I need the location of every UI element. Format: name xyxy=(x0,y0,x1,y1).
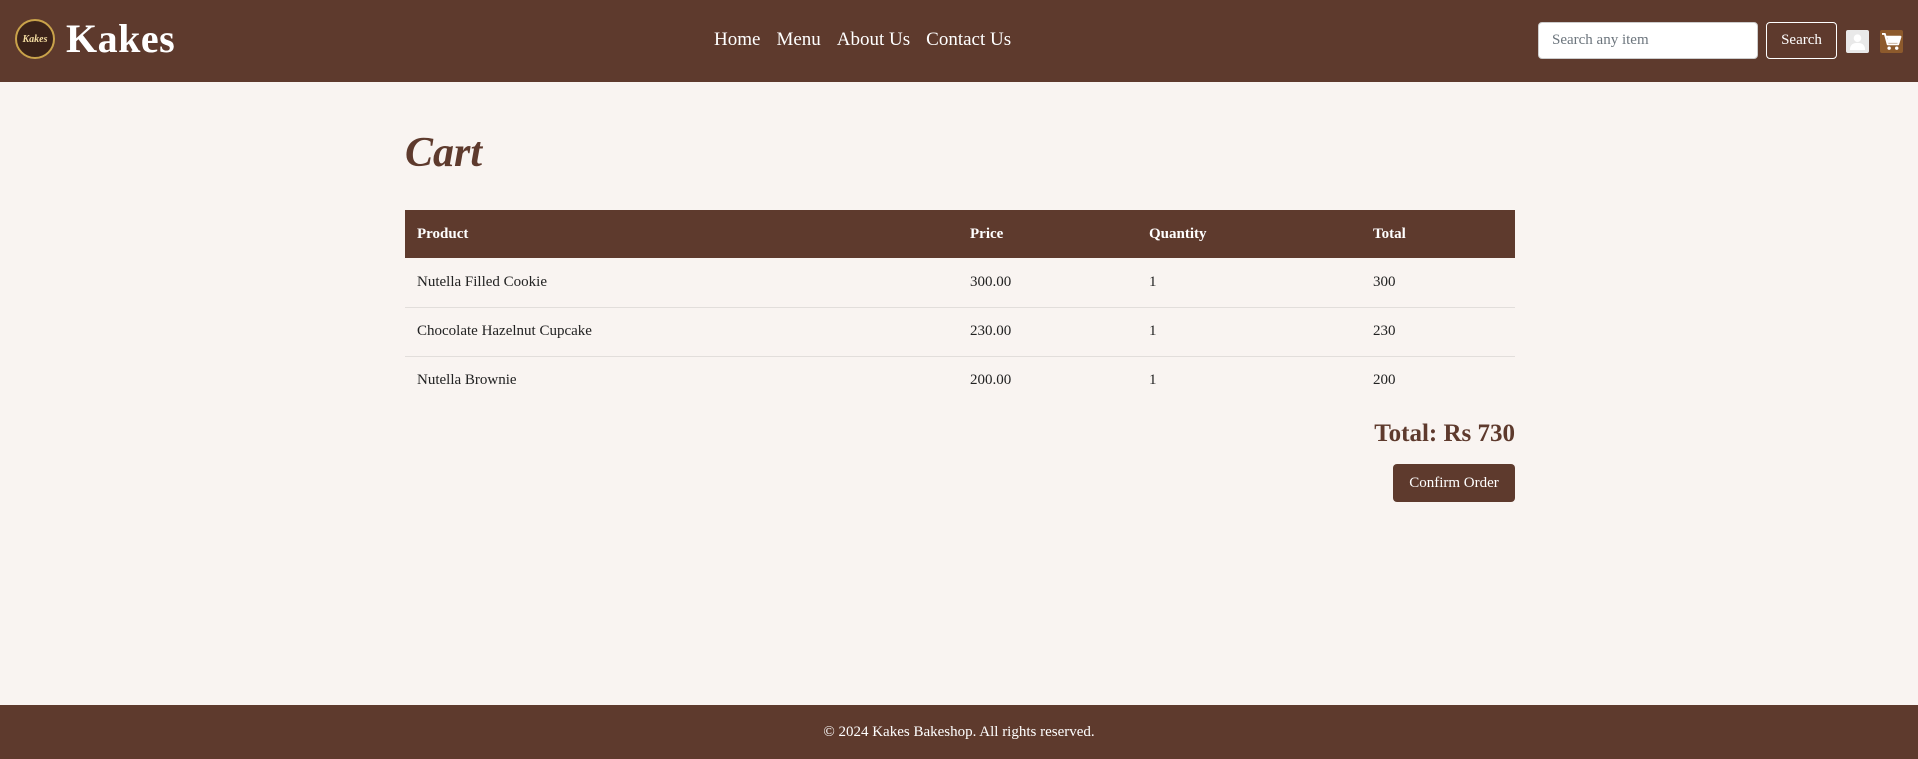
brand[interactable]: Kakes Kakes xyxy=(15,19,175,59)
table-row: Chocolate Hazelnut Cupcake 230.00 1 230 xyxy=(405,307,1515,357)
nav-link-home[interactable]: Home xyxy=(714,28,760,52)
nav-link-menu[interactable]: Menu xyxy=(776,28,820,52)
search-input[interactable] xyxy=(1538,22,1758,59)
nav-link-contact-us[interactable]: Contact Us xyxy=(926,28,1011,52)
logo-text: Kakes xyxy=(22,33,48,45)
main-nav: Home Menu About Us Contact Us xyxy=(714,28,1011,52)
cell-product: Nutella Brownie xyxy=(417,372,517,389)
brand-name[interactable]: Kakes xyxy=(66,19,175,59)
navbar: Kakes Kakes Home Menu About Us Contact U… xyxy=(0,0,1918,82)
cart-total: Total: Rs 730 xyxy=(1374,420,1515,447)
cell-quantity: 1 xyxy=(1137,258,1361,308)
cell-total: 230 xyxy=(1361,307,1515,357)
table-header-row: Product Price Quantity Total xyxy=(405,210,1515,258)
column-header-total: Total xyxy=(1373,225,1406,242)
nav-link-about-us[interactable]: About Us xyxy=(837,28,910,52)
table-row: Nutella Filled Cookie 300.00 1 300 xyxy=(405,258,1515,308)
cell-product: Chocolate Hazelnut Cupcake xyxy=(405,307,958,357)
footer: © 2024 Kakes Bakeshop. All rights reserv… xyxy=(0,705,1918,759)
cart-section: Cart Product Price Quantity Total Nutell… xyxy=(405,82,1515,502)
column-header-product: Product xyxy=(417,225,469,242)
column-header-price: Price xyxy=(970,225,1004,242)
cell-price: 230.00 xyxy=(958,307,1137,357)
cell-price: 200.00 xyxy=(970,372,1012,389)
cell-quantity: 1 xyxy=(1149,372,1157,389)
cell-price: 300.00 xyxy=(958,258,1137,308)
column-header-quantity: Quantity xyxy=(1149,225,1207,242)
cart-table: Product Price Quantity Total Nutella Fil… xyxy=(405,210,1515,405)
cell-product: Nutella Filled Cookie xyxy=(405,258,958,308)
confirm-order-button[interactable]: Confirm Order xyxy=(1393,464,1515,502)
cell-total: 200 xyxy=(1373,372,1396,389)
cell-quantity: 1 xyxy=(1137,307,1361,357)
search-button[interactable]: Search xyxy=(1766,22,1837,59)
cell-total: 300 xyxy=(1361,258,1515,308)
cart-icon[interactable] xyxy=(1880,30,1903,53)
footer-text: © 2024 Kakes Bakeshop. All rights reserv… xyxy=(823,723,1095,740)
confirm-area: Confirm Order xyxy=(405,464,1515,502)
page-title: Cart xyxy=(405,130,483,176)
user-icon[interactable] xyxy=(1846,30,1869,53)
table-row: Nutella Brownie 200.00 1 200 xyxy=(405,356,1515,405)
logo[interactable]: Kakes xyxy=(15,19,55,59)
